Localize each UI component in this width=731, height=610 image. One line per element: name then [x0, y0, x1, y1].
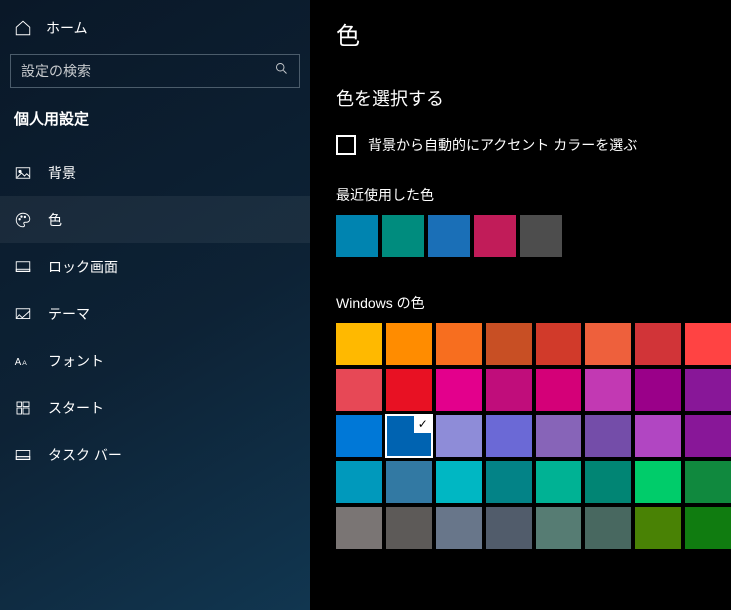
recent-color-swatch[interactable] [474, 215, 516, 257]
color-swatch[interactable] [386, 323, 432, 365]
picture-icon [14, 164, 32, 182]
color-swatch[interactable] [486, 461, 532, 503]
recent-colors-row [336, 215, 731, 257]
color-swatch[interactable] [336, 369, 382, 411]
home-icon [14, 19, 32, 37]
color-swatch[interactable] [536, 507, 582, 549]
lock-screen-icon [14, 258, 32, 276]
nav-item-taskbar[interactable]: タスク バー [0, 431, 310, 478]
recent-color-swatch[interactable] [520, 215, 562, 257]
theme-icon [14, 305, 32, 323]
windows-colors-label: Windows の色 [336, 293, 731, 313]
nav-item-theme[interactable]: テーマ [0, 290, 310, 337]
color-swatch[interactable] [486, 323, 532, 365]
taskbar-icon [14, 446, 32, 464]
nav-item-label: ロック画面 [48, 257, 118, 277]
color-swatch[interactable] [536, 415, 582, 457]
font-icon: AA [14, 352, 32, 370]
color-swatch[interactable] [685, 461, 731, 503]
sidebar: ホーム 個人用設定 背景色ロック画面テーマ AA フォントスタートタスク バー [0, 0, 310, 610]
color-swatch[interactable] [436, 415, 482, 457]
color-swatch[interactable] [685, 507, 731, 549]
color-grid-row [336, 507, 731, 549]
color-grid-row [336, 369, 731, 411]
color-swatch[interactable] [685, 323, 731, 365]
palette-icon [14, 211, 32, 229]
nav-item-font[interactable]: AA フォント [0, 337, 310, 384]
nav-item-label: タスク バー [48, 445, 122, 465]
windows-colors-block: Windows の色 ✓ [336, 293, 731, 549]
nav-item-picture[interactable]: 背景 [0, 149, 310, 196]
color-swatch[interactable] [585, 507, 631, 549]
selected-check-icon: ✓ [414, 415, 432, 433]
recent-color-swatch[interactable] [336, 215, 378, 257]
color-swatch[interactable] [536, 323, 582, 365]
checkbox-box [336, 135, 356, 155]
color-grid-row [336, 323, 731, 365]
category-heading: 個人用設定 [0, 108, 310, 143]
color-swatch[interactable] [336, 415, 382, 457]
color-swatch[interactable] [585, 323, 631, 365]
recent-colors-label: 最近使用した色 [336, 185, 731, 205]
color-swatch[interactable] [685, 369, 731, 411]
nav-item-palette[interactable]: 色 [0, 196, 310, 243]
recent-color-swatch[interactable] [382, 215, 424, 257]
color-swatch[interactable]: ✓ [386, 415, 432, 457]
color-swatch[interactable] [386, 507, 432, 549]
home-button[interactable]: ホーム [0, 18, 310, 54]
color-swatch[interactable] [486, 415, 532, 457]
nav-item-label: テーマ [48, 304, 90, 324]
color-swatch[interactable] [585, 461, 631, 503]
color-swatch[interactable] [685, 415, 731, 457]
nav-item-start[interactable]: スタート [0, 384, 310, 431]
color-swatch[interactable] [386, 461, 432, 503]
auto-accent-label: 背景から自動的にアクセント カラーを選ぶ [368, 135, 637, 155]
color-swatch[interactable] [585, 369, 631, 411]
color-swatch[interactable] [635, 323, 681, 365]
color-swatch[interactable] [436, 507, 482, 549]
color-swatch[interactable] [585, 415, 631, 457]
nav-item-label: 背景 [48, 163, 76, 183]
color-swatch[interactable] [386, 369, 432, 411]
color-swatch[interactable] [635, 461, 681, 503]
color-swatch[interactable] [536, 461, 582, 503]
color-swatch[interactable] [635, 369, 681, 411]
windows-colors-grid: ✓ [336, 323, 731, 549]
color-swatch[interactable] [486, 369, 532, 411]
recent-colors-block: 最近使用した色 [336, 185, 731, 257]
color-swatch[interactable] [486, 507, 532, 549]
nav-list: 背景色ロック画面テーマ AA フォントスタートタスク バー [0, 143, 310, 478]
start-icon [14, 399, 32, 417]
page-title: 色 [336, 16, 731, 51]
color-swatch[interactable] [635, 415, 681, 457]
main-pane: 色 色を選択する 背景から自動的にアクセント カラーを選ぶ 最近使用した色 Wi… [310, 0, 731, 610]
color-grid-row: ✓ [336, 415, 731, 457]
search-input[interactable] [11, 55, 299, 87]
nav-item-label: フォント [48, 351, 104, 371]
section-title: 色を選択する [336, 85, 731, 111]
color-swatch[interactable] [336, 323, 382, 365]
nav-item-lock-screen[interactable]: ロック画面 [0, 243, 310, 290]
home-label: ホーム [46, 18, 88, 38]
search-box[interactable] [10, 54, 300, 88]
color-swatch[interactable] [336, 461, 382, 503]
nav-item-label: スタート [48, 398, 104, 418]
color-swatch[interactable] [635, 507, 681, 549]
search-container [10, 54, 300, 88]
search-icon [274, 61, 289, 81]
svg-text:A: A [15, 356, 22, 367]
color-swatch[interactable] [336, 507, 382, 549]
nav-item-label: 色 [48, 210, 62, 230]
recent-color-swatch[interactable] [428, 215, 470, 257]
auto-accent-checkbox[interactable]: 背景から自動的にアクセント カラーを選ぶ [336, 135, 731, 155]
svg-text:A: A [22, 359, 27, 366]
color-grid-row [336, 461, 731, 503]
color-swatch[interactable] [436, 323, 482, 365]
color-swatch[interactable] [436, 461, 482, 503]
color-swatch[interactable] [436, 369, 482, 411]
color-swatch[interactable] [536, 369, 582, 411]
